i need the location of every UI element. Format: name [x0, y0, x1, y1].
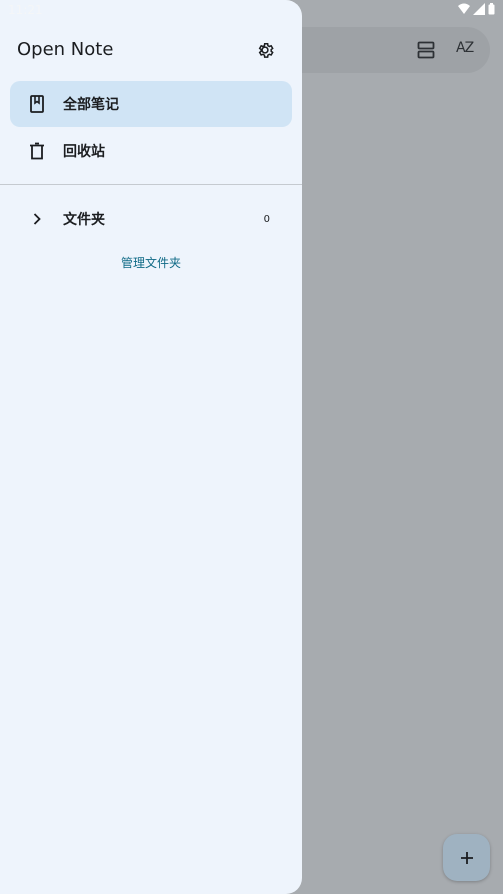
nav-item-all-notes[interactable]: 全部笔记 [10, 81, 292, 127]
wifi-icon [458, 3, 470, 14]
chevron-right-icon [27, 209, 47, 229]
status-icons [458, 3, 495, 15]
nav-item-trash[interactable]: 回收站 [10, 128, 292, 174]
divider [0, 184, 302, 185]
folders-label: 文件夹 [63, 212, 105, 228]
app-title: Open Note [17, 39, 114, 60]
folders-expander[interactable]: 文件夹 0 [10, 196, 292, 242]
status-time: 11:21 [8, 3, 43, 17]
manage-folders-button[interactable]: 管理文件夹 [0, 254, 302, 271]
notebook-icon [27, 94, 47, 114]
nav-item-label: 回收站 [63, 144, 105, 160]
plus-icon [460, 851, 473, 864]
sort-az-icon[interactable]: AZ [456, 40, 478, 60]
view-toggle-icon[interactable] [417, 41, 435, 59]
nav-item-label: 全部笔记 [63, 97, 119, 113]
signal-icon [473, 3, 485, 15]
gear-icon [258, 43, 274, 58]
navigation-drawer: Open Note 全部笔记 回收站 文件夹 0 管理文件夹 [0, 0, 302, 894]
trash-icon [27, 141, 47, 161]
settings-button[interactable] [250, 35, 280, 65]
battery-icon [488, 3, 495, 15]
folders-count: 0 [263, 213, 270, 225]
add-note-button[interactable] [443, 834, 490, 881]
